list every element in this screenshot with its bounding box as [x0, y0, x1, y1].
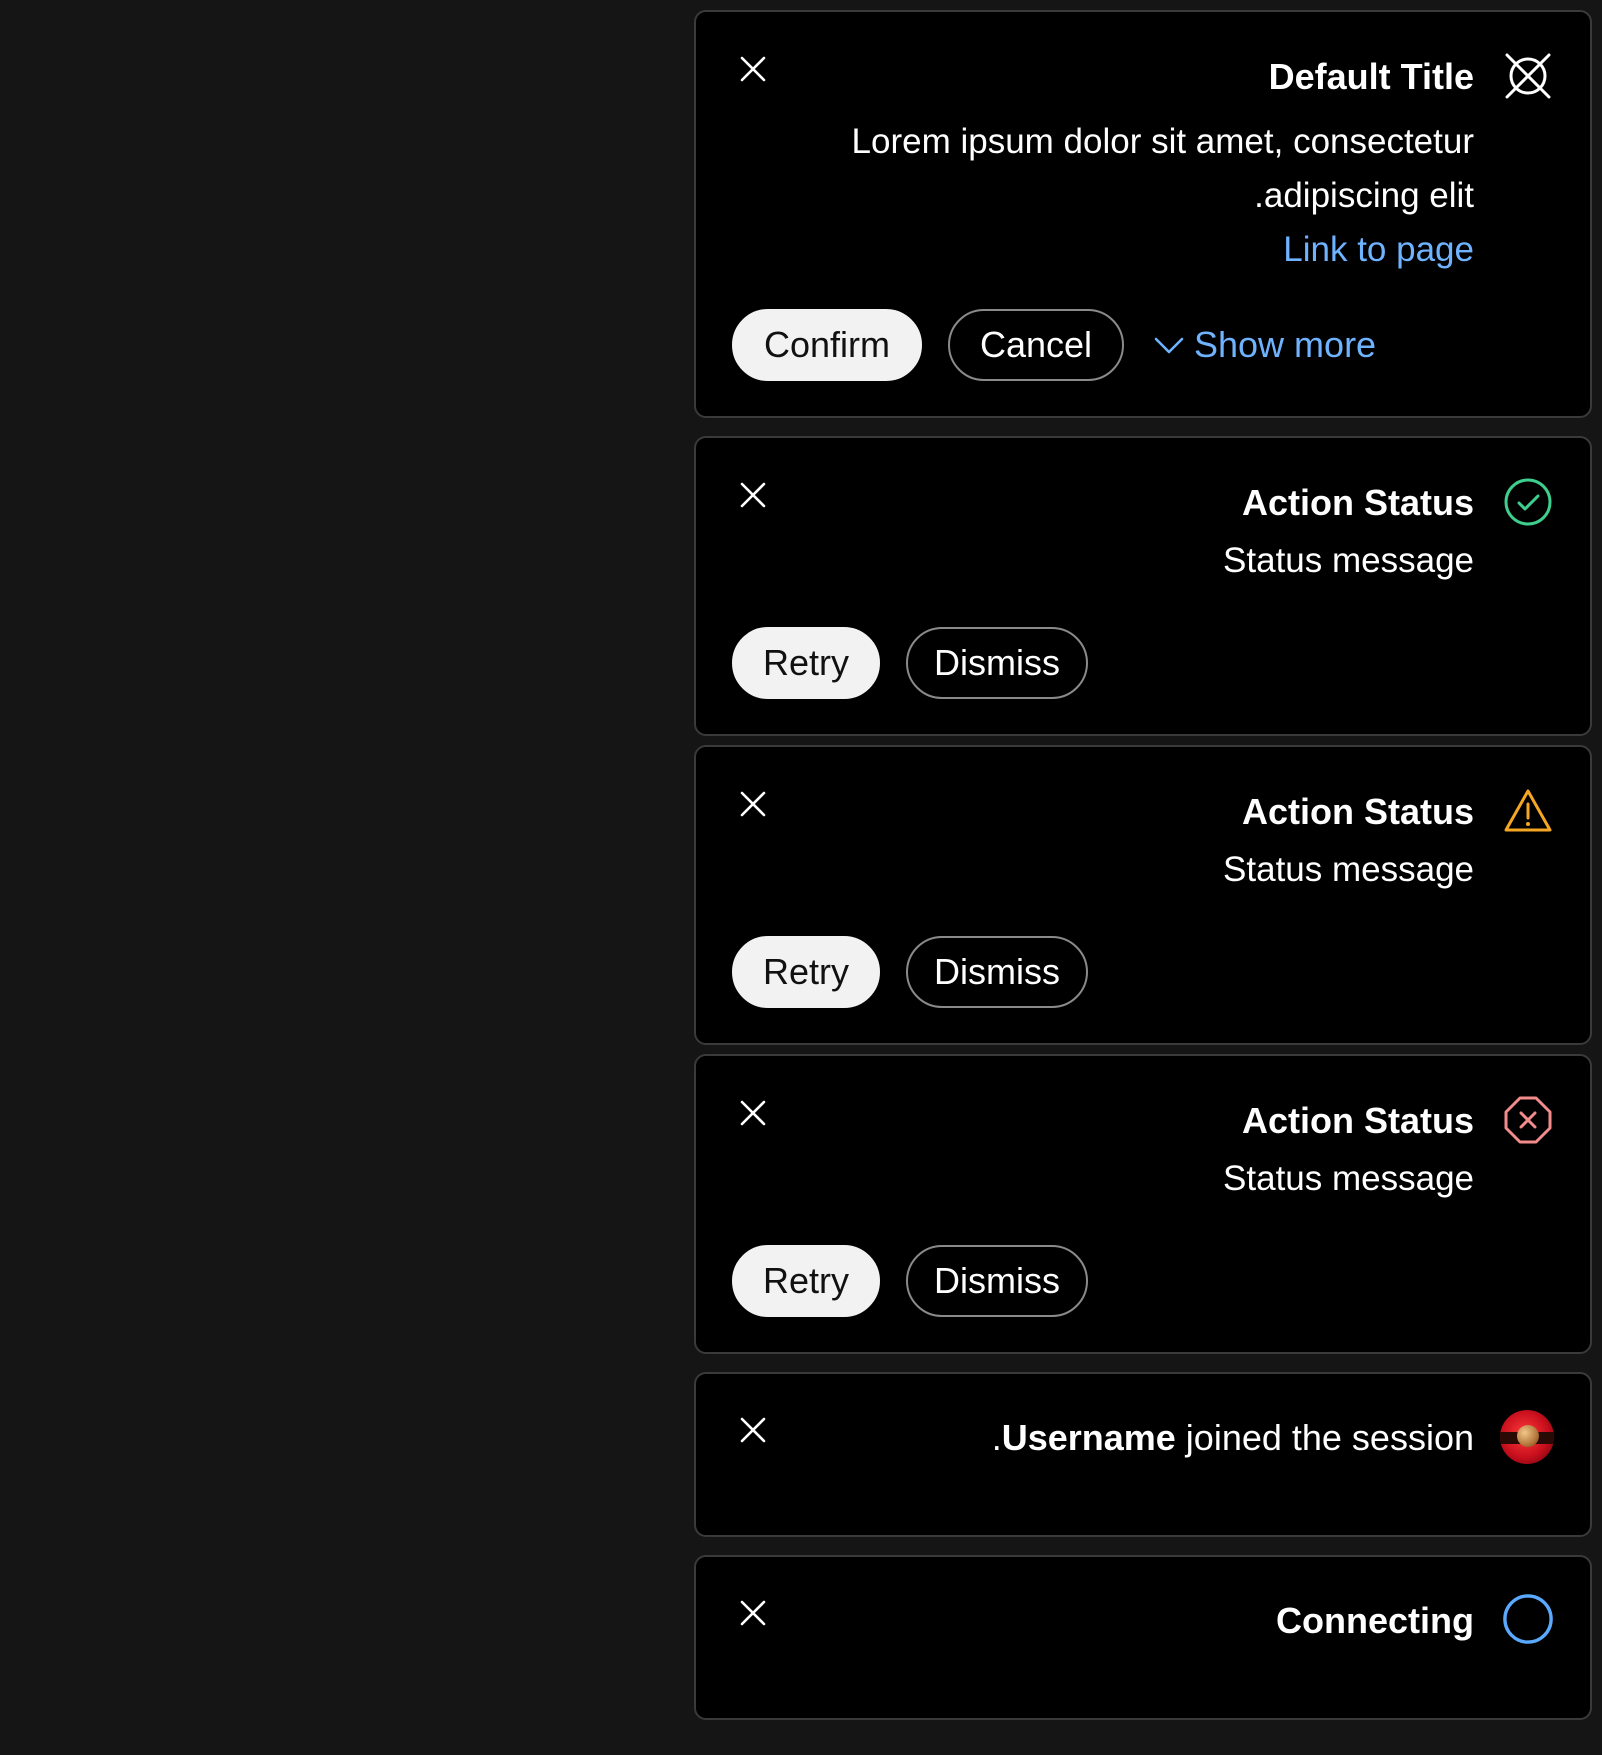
close-button[interactable]	[736, 478, 770, 512]
retry-button[interactable]: Retry	[732, 627, 880, 699]
status-message: Status message	[1223, 1159, 1474, 1198]
toast-error: Action Status Status message Retry Dismi…	[694, 1054, 1592, 1354]
close-icon	[740, 56, 766, 82]
avatar	[1500, 1410, 1554, 1464]
toast-connecting: Connecting	[694, 1555, 1592, 1720]
cancel-button[interactable]: Cancel	[948, 309, 1124, 381]
dismiss-button[interactable]: Dismiss	[906, 627, 1088, 699]
toast-title: Action Status	[1241, 482, 1474, 523]
toast-stack: Default Title Lorem ipsum dolor sit amet…	[694, 10, 1592, 1720]
username: Username	[1001, 1417, 1176, 1458]
toast-title: Default Title	[1268, 56, 1474, 97]
close-icon	[740, 791, 766, 817]
success-check-icon	[1502, 476, 1554, 528]
error-octagon-icon	[1502, 1094, 1554, 1146]
toast-success: Action Status Status message Retry Dismi…	[694, 436, 1592, 736]
dismiss-button[interactable]: Dismiss	[906, 1245, 1088, 1317]
toast-title: Connecting	[1276, 1600, 1474, 1641]
show-more-label: Show more	[1194, 324, 1377, 365]
close-button[interactable]	[736, 52, 770, 86]
retry-button[interactable]: Retry	[732, 1245, 880, 1317]
loading-circle-icon	[1502, 1593, 1554, 1645]
close-button[interactable]	[736, 1096, 770, 1130]
dismiss-button[interactable]: Dismiss	[906, 936, 1088, 1008]
warning-triangle-icon	[1502, 785, 1554, 837]
close-button[interactable]	[736, 1596, 770, 1630]
toast-actions: Confirm Cancel Show more	[732, 309, 1376, 381]
close-button[interactable]	[736, 787, 770, 821]
toast-body-line-2: .adipiscing elit	[1254, 176, 1474, 215]
toast-actions: Retry Dismiss	[732, 627, 1088, 699]
status-message: Status message	[1223, 541, 1474, 580]
toast-user-joined: .Username joined the session	[694, 1372, 1592, 1537]
show-more-button[interactable]: Show more	[1154, 324, 1376, 366]
toast-actions: Retry Dismiss	[732, 936, 1088, 1008]
toast-body-line-1: Lorem ipsum dolor sit amet, consectetur	[851, 122, 1474, 161]
close-icon	[740, 1417, 766, 1443]
join-suffix: joined the session	[1175, 1417, 1474, 1458]
close-button[interactable]	[736, 1413, 770, 1447]
join-message: .Username joined the session	[992, 1417, 1474, 1459]
close-icon	[740, 482, 766, 508]
toast-title: Action Status	[1241, 1100, 1474, 1141]
default-status-icon	[1502, 50, 1554, 102]
retry-button[interactable]: Retry	[732, 936, 880, 1008]
toast-actions: Retry Dismiss	[732, 1245, 1088, 1317]
close-icon	[740, 1100, 766, 1126]
join-prefix: .	[991, 1417, 1002, 1458]
toast-warning: Action Status Status message Retry Dismi…	[694, 745, 1592, 1045]
confirm-button[interactable]: Confirm	[732, 309, 922, 381]
chevron-down-icon	[1154, 337, 1184, 354]
link-to-page[interactable]: Link to page	[1283, 230, 1474, 270]
status-message: Status message	[1223, 850, 1474, 889]
toast-default: Default Title Lorem ipsum dolor sit amet…	[694, 10, 1592, 418]
toast-title: Action Status	[1241, 791, 1474, 832]
close-icon	[740, 1600, 766, 1626]
